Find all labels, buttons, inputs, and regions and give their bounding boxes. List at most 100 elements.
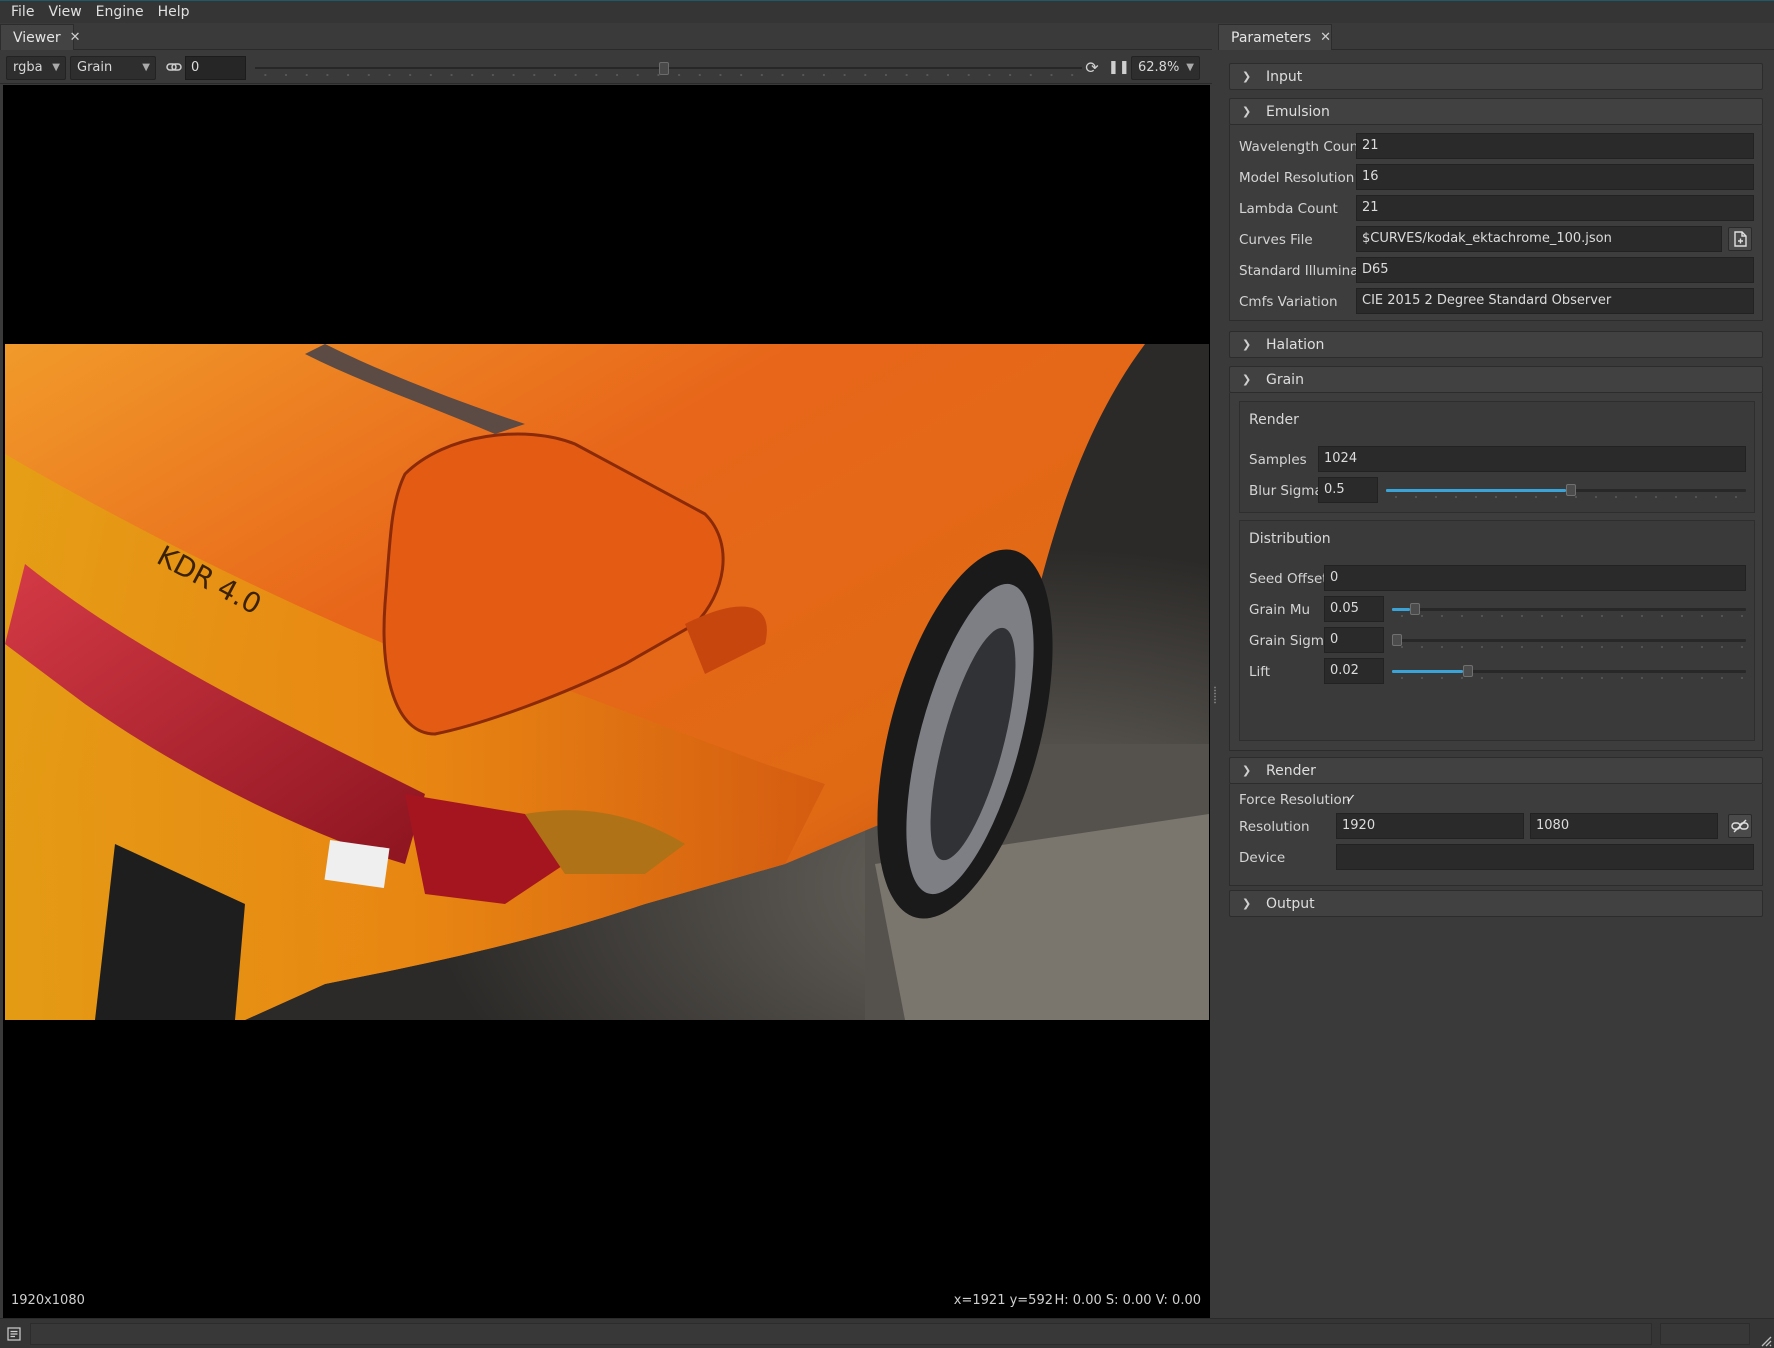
- grain-mu-label: Grain Mu: [1249, 602, 1311, 618]
- samples-label: Samples: [1249, 452, 1307, 468]
- parameters-panel: ❯ Input ❯ Emulsion Wavelength Count 21 M…: [1218, 51, 1774, 1318]
- force-resolution-label: Force Resolution: [1239, 792, 1351, 808]
- menu-help[interactable]: Help: [151, 4, 197, 20]
- tab-parameters[interactable]: Parameters ✕: [1218, 24, 1332, 50]
- statusbar: [0, 1318, 1774, 1348]
- section-output-title: Output: [1266, 895, 1315, 912]
- section-emulsion-body: Wavelength Count 21 Model Resolution 16 …: [1229, 125, 1763, 321]
- splitter-grip-icon: [1214, 686, 1216, 704]
- model-resolution-label: Model Resolution: [1239, 170, 1355, 186]
- force-resolution-checkbox[interactable]: ✓: [1344, 793, 1358, 807]
- lift-label: Lift: [1249, 664, 1271, 680]
- cmfs-variation-field[interactable]: CIE 2015 2 Degree Standard Observer: [1356, 288, 1754, 314]
- channel-select[interactable]: rgba ▼: [6, 56, 66, 80]
- section-input-title: Input: [1266, 68, 1303, 85]
- illuminant-field[interactable]: D65: [1356, 257, 1754, 283]
- image-resolution-label: 1920x1080: [11, 1293, 85, 1308]
- grain-sigma-ticks: [1392, 645, 1746, 649]
- seed-offset-field[interactable]: 0: [1324, 565, 1746, 591]
- curves-file-field[interactable]: $CURVES/kodak_ektachrome_100.json: [1356, 226, 1722, 252]
- menu-engine[interactable]: Engine: [89, 4, 151, 20]
- resize-grip-icon[interactable]: [1760, 1335, 1772, 1347]
- section-output-header[interactable]: ❯ Output: [1229, 890, 1763, 917]
- car-photo: KDR 4.0: [5, 344, 1209, 1020]
- grain-mu-slider[interactable]: [1392, 608, 1746, 611]
- wavelength-count-field[interactable]: 21: [1356, 133, 1754, 159]
- blur-sigma-label: Blur Sigma: [1249, 483, 1323, 499]
- section-render-title: Render: [1266, 762, 1316, 779]
- lambda-count-field[interactable]: 21: [1356, 195, 1754, 221]
- menu-view[interactable]: View: [41, 4, 88, 20]
- stage-select[interactable]: Grain ▼: [70, 56, 156, 80]
- grain-render-title: Render: [1249, 412, 1299, 428]
- lift-field[interactable]: 0.02: [1324, 658, 1384, 684]
- rendered-image: KDR 4.0: [5, 344, 1209, 1020]
- section-grain-title: Grain: [1266, 371, 1304, 388]
- link-icon[interactable]: [166, 60, 182, 74]
- section-halation-title: Halation: [1266, 336, 1325, 353]
- grain-render-group: Render Samples 1024 Blur Sigma 0.5: [1239, 401, 1755, 513]
- section-input-header[interactable]: ❯ Input: [1229, 63, 1763, 90]
- resolution-height-field[interactable]: 1080: [1530, 813, 1718, 839]
- chevron-down-icon: ▼: [1186, 62, 1194, 73]
- chevron-down-icon: ❯: [1242, 373, 1252, 386]
- viewer-toolbar: rgba ▼ Grain ▼ 0 ⟳ ❚❚ 62.8% ▼: [0, 51, 1212, 84]
- link-aspect-button[interactable]: [1728, 814, 1752, 838]
- section-render-header[interactable]: ❯ Render: [1229, 757, 1763, 784]
- parameters-tabbar: Parameters ✕: [1218, 24, 1774, 50]
- lift-handle[interactable]: [1462, 665, 1473, 677]
- section-halation-header[interactable]: ❯ Halation: [1229, 331, 1763, 358]
- menubar: File View Engine Help: [0, 0, 1774, 23]
- grain-sigma-label: Grain Sigma: [1249, 633, 1333, 649]
- seed-offset-label: Seed Offset: [1249, 571, 1328, 587]
- illuminant-label: Standard Illuminant: [1239, 263, 1373, 279]
- blur-sigma-handle[interactable]: [1566, 484, 1576, 496]
- resolution-label: Resolution: [1239, 819, 1310, 835]
- chevron-down-icon: ❯: [1242, 764, 1252, 777]
- chevron-down-icon: ❯: [1242, 105, 1252, 118]
- zoom-select[interactable]: 62.8% ▼: [1131, 56, 1200, 80]
- grain-mu-field[interactable]: 0.05: [1324, 596, 1384, 622]
- lift-slider-fill: [1392, 670, 1463, 673]
- section-emulsion-title: Emulsion: [1266, 103, 1330, 120]
- section-grain-body: Render Samples 1024 Blur Sigma 0.5 Distr…: [1229, 393, 1763, 751]
- grain-sigma-field[interactable]: 0: [1324, 627, 1384, 653]
- grain-distribution-group: Distribution Seed Offset 0 Grain Mu 0.05…: [1239, 520, 1755, 741]
- device-field[interactable]: [1336, 844, 1754, 870]
- image-viewport[interactable]: KDR 4.0 1920x1080 x=1921 y=592 H: 0.00 S…: [3, 85, 1210, 1318]
- status-progress-area: [1660, 1323, 1750, 1345]
- close-icon[interactable]: ✕: [70, 30, 81, 45]
- grain-mu-handle[interactable]: [1409, 603, 1420, 615]
- file-browse-icon: [1734, 231, 1747, 247]
- lambda-count-label: Lambda Count: [1239, 201, 1338, 217]
- refresh-icon[interactable]: ⟳: [1083, 59, 1101, 77]
- device-label: Device: [1239, 850, 1286, 866]
- cursor-readout: x=1921 y=592: [953, 1293, 1053, 1308]
- grain-distribution-title: Distribution: [1249, 531, 1331, 547]
- unlink-icon: [1731, 819, 1749, 833]
- log-icon[interactable]: [7, 1327, 21, 1341]
- grain-sigma-slider[interactable]: [1392, 639, 1746, 642]
- grain-sigma-handle[interactable]: [1392, 634, 1402, 646]
- close-icon[interactable]: ✕: [1320, 30, 1331, 45]
- grain-mu-ticks: [1392, 614, 1746, 618]
- tab-viewer[interactable]: Viewer ✕: [0, 24, 81, 50]
- samples-field[interactable]: 1024: [1318, 446, 1746, 472]
- pause-icon[interactable]: ❚❚: [1108, 59, 1130, 77]
- frame-input[interactable]: 0: [185, 56, 246, 80]
- wavelength-count-label: Wavelength Count: [1239, 139, 1364, 155]
- resolution-width-field[interactable]: 1920: [1336, 813, 1524, 839]
- section-render-body: Force Resolution ✓ Resolution 1920 1080 …: [1229, 784, 1763, 886]
- section-emulsion-header[interactable]: ❯ Emulsion: [1229, 98, 1763, 125]
- viewer-tabbar: Viewer ✕: [0, 24, 1212, 50]
- section-grain-header[interactable]: ❯ Grain: [1229, 366, 1763, 393]
- grain-mu-slider-fill: [1392, 608, 1410, 611]
- menu-file[interactable]: File: [4, 4, 41, 20]
- timeline-handle[interactable]: [659, 62, 670, 75]
- model-resolution-field[interactable]: 16: [1356, 164, 1754, 190]
- chevron-right-icon: ❯: [1242, 70, 1252, 83]
- browse-curves-button[interactable]: [1728, 227, 1752, 251]
- blur-sigma-field[interactable]: 0.5: [1318, 477, 1378, 503]
- cmfs-variation-label: Cmfs Variation: [1239, 294, 1338, 310]
- chevron-down-icon: ▼: [142, 62, 150, 73]
